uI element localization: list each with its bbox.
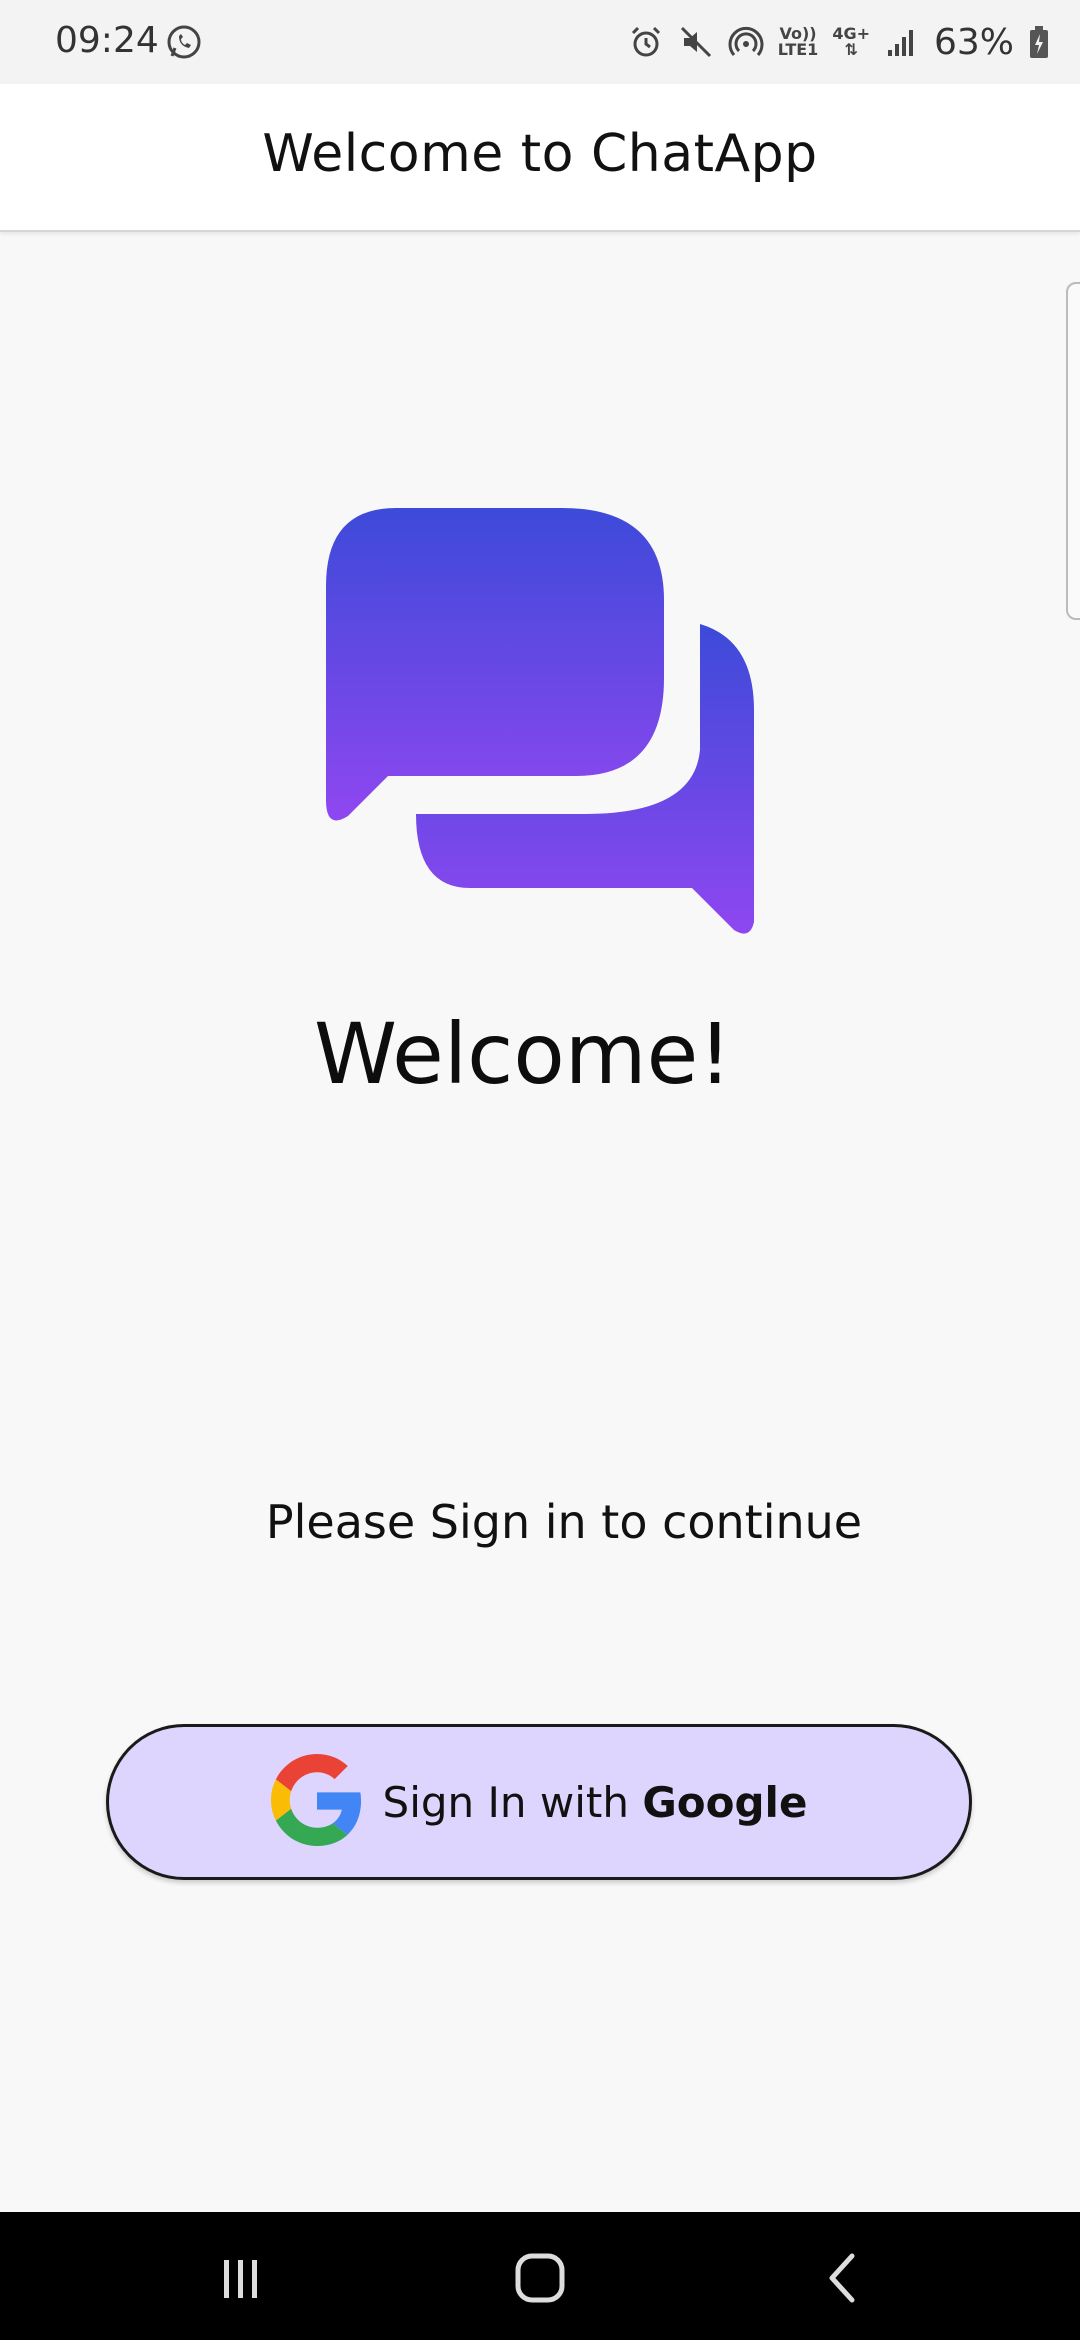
- status-bar: 09:24 Vo)) LTE1 4G+ ⇅ 63%: [0, 0, 1080, 84]
- app-title: Welcome to ChatApp: [262, 124, 818, 184]
- mute-icon: [678, 24, 714, 60]
- home-icon[interactable]: [504, 2242, 576, 2314]
- signal-icon: [884, 24, 920, 60]
- volte-indicator: Vo)) LTE1: [777, 24, 819, 59]
- back-icon[interactable]: [808, 2242, 880, 2314]
- network-type-indicator: 4G+ ⇅: [832, 24, 870, 59]
- whatsapp-icon: [164, 22, 204, 66]
- sign-in-button-label: Sign In with Google: [382, 1777, 808, 1827]
- chat-bubbles-icon: [320, 500, 760, 940]
- alarm-icon: [628, 24, 664, 60]
- scroll-indicator[interactable]: [1066, 282, 1080, 620]
- google-g-icon: [270, 1754, 363, 1850]
- battery-percent: 63%: [933, 21, 1014, 63]
- welcome-heading: Welcome!: [314, 1005, 732, 1103]
- status-icons: Vo)) LTE1 4G+ ⇅ 63%: [628, 18, 1050, 66]
- status-time: 09:24: [55, 20, 159, 61]
- navigation-bar: [0, 2212, 1080, 2340]
- battery-icon: [1028, 24, 1050, 60]
- google-brand-text: Google: [642, 1777, 808, 1827]
- app-bar: Welcome to ChatApp: [0, 84, 1080, 232]
- google-sign-in-button[interactable]: Sign In with Google: [106, 1724, 972, 1880]
- hotspot-icon: [728, 24, 764, 60]
- recent-apps-icon[interactable]: [204, 2242, 276, 2314]
- sign-in-prompt: Please Sign in to continue: [265, 1495, 863, 1549]
